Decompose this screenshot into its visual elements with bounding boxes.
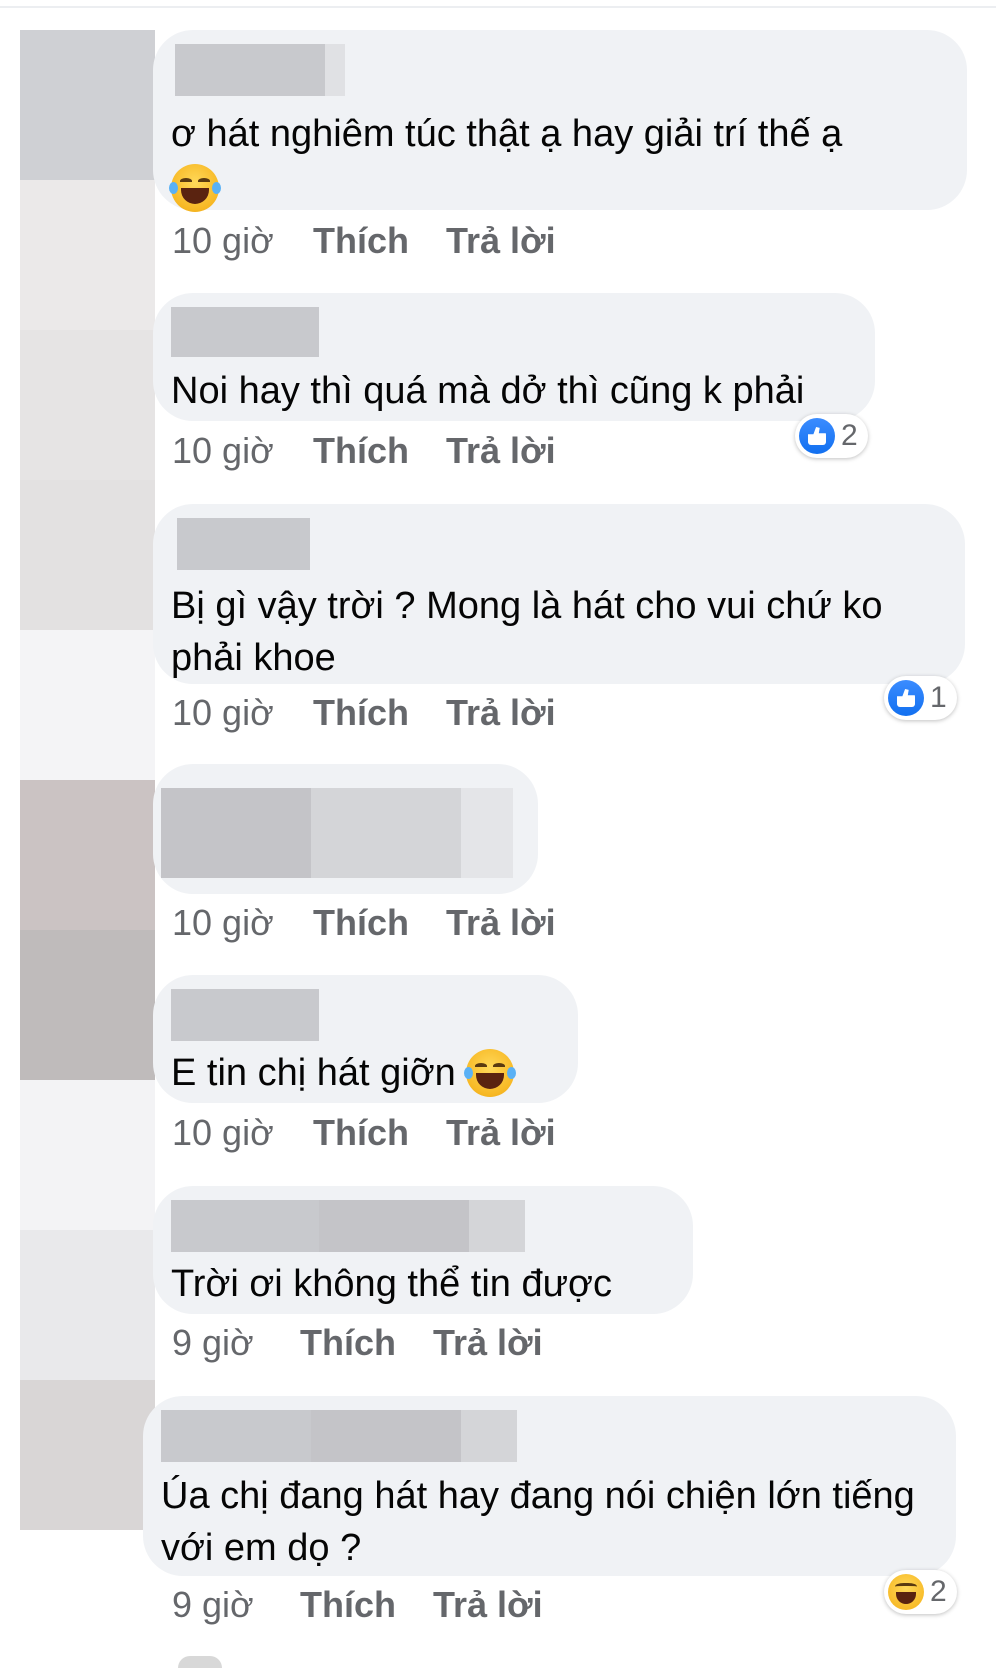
comment-bubble — [153, 764, 538, 894]
comment-bubble: Trời ơi không thể tin được — [153, 1186, 693, 1314]
comment-timestamp[interactable]: 10 giờ — [172, 1112, 313, 1154]
comment-actions: 9 giờ Thích Trả lời — [172, 1322, 543, 1364]
like-button[interactable]: Thích — [313, 430, 446, 472]
comment-bubble: ơ hát nghiêm túc thật ạ hay giải trí thế… — [153, 30, 967, 212]
blurred-comment-content — [161, 788, 513, 878]
reaction-count[interactable]: 1 — [884, 676, 957, 720]
blurred-author-name[interactable] — [171, 518, 945, 570]
comment-timestamp[interactable]: 10 giờ — [172, 692, 313, 734]
reply-button[interactable]: Trả lời — [446, 430, 556, 472]
laughing-tears-emoji — [463, 1049, 516, 1097]
reply-button[interactable]: Trả lời — [433, 1584, 543, 1626]
comment-text: E tin chị hát giỡn — [171, 1052, 456, 1094]
avatar[interactable] — [20, 1080, 155, 1230]
avatar[interactable] — [20, 630, 155, 780]
reply-button[interactable]: Trả lời — [446, 692, 556, 734]
comment-bubble: Bị gì vậy trời ? Mong là hát cho vui chứ… — [153, 504, 965, 684]
blurred-author-name[interactable] — [171, 44, 947, 96]
avatar[interactable] — [20, 1380, 155, 1530]
like-button[interactable]: Thích — [313, 692, 446, 734]
reply-button[interactable]: Trả lời — [446, 902, 556, 944]
comment-actions: 9 giờ Thích Trả lời — [172, 1584, 543, 1626]
reaction-count[interactable]: 2 — [795, 414, 868, 458]
like-button[interactable]: Thích — [300, 1584, 433, 1626]
comment-text: Trời ơi không thể tin được — [171, 1263, 612, 1305]
top-divider — [0, 6, 996, 8]
like-button[interactable]: Thích — [313, 902, 446, 944]
avatar[interactable] — [20, 30, 155, 180]
comment-bubble: E tin chị hát giỡn — [153, 975, 578, 1103]
comment-text-row: E tin chị hát giỡn — [171, 1047, 558, 1099]
comment-timestamp[interactable]: 9 giờ — [172, 1322, 300, 1364]
laughing-tears-emoji — [169, 164, 947, 212]
like-button[interactable]: Thích — [300, 1322, 433, 1364]
comment-timestamp[interactable]: 9 giờ — [172, 1584, 300, 1626]
reaction-count-value: 2 — [841, 419, 858, 452]
comment-timestamp[interactable]: 10 giờ — [172, 430, 313, 472]
comment-actions: 10 giờ Thích Trả lời — [172, 430, 556, 472]
blurred-author-name[interactable] — [171, 307, 855, 357]
reply-button[interactable]: Trả lời — [446, 220, 556, 262]
haha-icon — [888, 1574, 924, 1610]
comment-actions: 10 giờ Thích Trả lời — [172, 902, 556, 944]
reaction-count[interactable]: 2 — [884, 1570, 957, 1614]
reply-button[interactable]: Trả lời — [446, 1112, 556, 1154]
reaction-count-value: 1 — [930, 681, 947, 714]
avatar[interactable] — [20, 1230, 155, 1380]
avatar-blur-tile — [20, 180, 155, 330]
avatar-blur-tile — [20, 480, 155, 630]
comment-timestamp[interactable]: 10 giờ — [172, 902, 313, 944]
comment-actions: 10 giờ Thích Trả lời — [172, 1112, 556, 1154]
avatar-blur-tile — [20, 930, 155, 1080]
like-button[interactable]: Thích — [313, 220, 446, 262]
avatar[interactable] — [20, 330, 155, 480]
comment-text: Úa chị đang hát hay đang nói chiện lớn t… — [161, 1475, 915, 1569]
avatar[interactable] — [178, 1656, 222, 1668]
blurred-avatar-column — [20, 30, 155, 1530]
reply-button[interactable]: Trả lời — [433, 1322, 543, 1364]
comment-actions: 10 giờ Thích Trả lời — [172, 692, 556, 734]
blurred-author-name[interactable] — [171, 989, 558, 1041]
blurred-author-name[interactable] — [161, 1410, 936, 1462]
like-button[interactable]: Thích — [313, 1112, 446, 1154]
comment-text: Bị gì vậy trời ? Mong là hát cho vui chứ… — [171, 585, 883, 679]
like-icon — [888, 680, 924, 716]
comment-bubble: Noi hay thì quá mà dở thì cũng k phải — [153, 293, 875, 421]
comment-text: Noi hay thì quá mà dở thì cũng k phải — [171, 370, 805, 412]
avatar[interactable] — [20, 780, 155, 930]
comment-text: ơ hát nghiêm túc thật ạ hay giải trí thế… — [171, 113, 843, 155]
blurred-author-name[interactable] — [171, 1200, 673, 1252]
comment-timestamp[interactable]: 10 giờ — [172, 220, 313, 262]
like-icon — [799, 418, 835, 454]
comment-actions: 10 giờ Thích Trả lời — [172, 220, 556, 262]
reaction-count-value: 2 — [930, 1575, 947, 1608]
comment-bubble: Úa chị đang hát hay đang nói chiện lớn t… — [143, 1396, 956, 1576]
